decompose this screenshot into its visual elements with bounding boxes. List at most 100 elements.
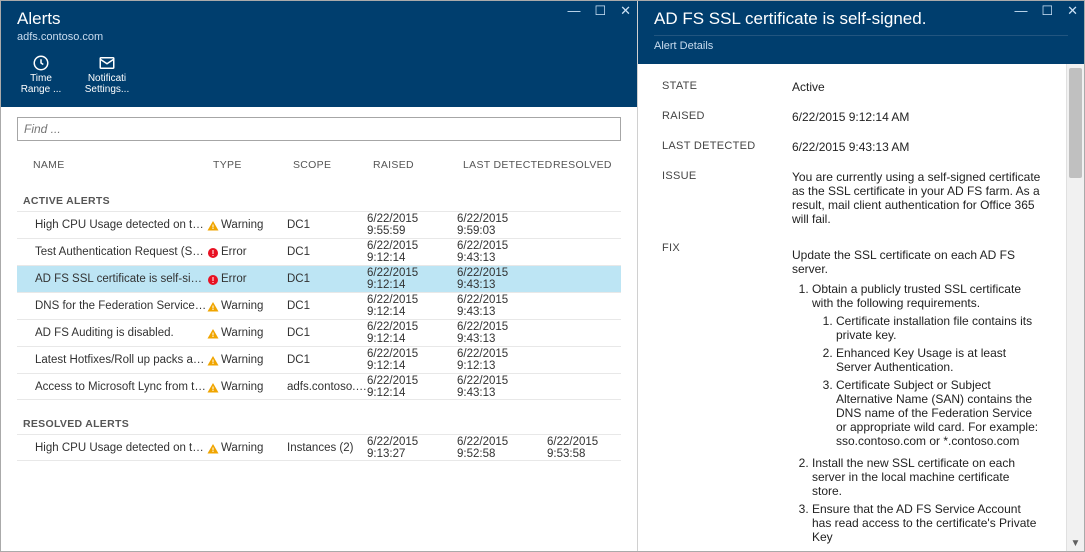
scrollbar[interactable]: ▲ ▼ [1066,64,1084,551]
cell-last: 6/22/2015 9:59:03 [457,213,547,237]
cell-name: Latest Hotfixes/Roll up packs are not in… [17,354,207,366]
section-resolved: RESOLVED ALERTS [17,400,621,434]
type-text: Error [221,273,247,285]
type-text: Error [221,246,247,258]
type-text: Warning [221,354,263,366]
search-input[interactable] [17,117,621,141]
cell-name: AD FS SSL certificate is self-signed. [17,273,207,285]
cell-last: 6/22/2015 9:43:13 [457,321,547,345]
cell-scope: DC1 [287,219,367,231]
toolbar-label: Time Range ... [17,73,65,95]
cell-type: Warning [207,327,287,339]
details-header: — ☐ ✕ AD FS SSL certificate is self-sign… [638,1,1084,64]
kv-state-label: STATE [662,80,792,92]
cell-raised: 6/22/2015 9:12:14 [367,375,457,399]
toolbar-label: Notificati Settings... [83,73,131,95]
cell-name: AD FS Auditing is disabled. [17,327,207,339]
kv-last-value: 6/22/2015 9:43:13 AM [792,140,1042,154]
cell-raised: 6/22/2015 9:55:59 [367,213,457,237]
col-resolved[interactable]: RESOLVED [553,159,615,171]
details-subtitle: Alert Details [654,35,1068,52]
kv-fix-label: FIX [662,242,792,254]
mail-icon [97,53,117,73]
table-row[interactable]: High CPU Usage detected on the Feder...W… [17,434,621,461]
fix-steps: Obtain a publicly trusted SSL certificat… [792,282,1042,544]
warning-icon [207,220,217,230]
section-active: ACTIVE ALERTS [17,177,621,211]
cell-raised: 6/22/2015 9:12:14 [367,348,457,372]
kv-issue-value: You are currently using a self-signed ce… [792,170,1042,226]
table-row[interactable]: Access to Microsoft Lync from the extra…… [17,373,621,400]
close-icon[interactable]: ✕ [1067,3,1078,19]
fix-step: Install the new SSL certificate on each … [812,456,1042,498]
col-type[interactable]: TYPE [213,159,293,171]
time-range-button[interactable]: Time Range ... [17,53,65,95]
kv-raised: RAISED 6/22/2015 9:12:14 AM [662,110,1042,124]
col-last[interactable]: LAST DETECTED [463,159,553,171]
col-scope[interactable]: SCOPE [293,159,373,171]
kv-fix-value: Update the SSL certificate on each AD FS… [792,242,1042,551]
warning-icon [207,443,217,453]
scroll-down-icon[interactable]: ▼ [1067,535,1084,551]
cell-name: DNS for the Federation Service may be… [17,300,207,312]
cell-type: Warning [207,442,287,454]
scroll-thumb[interactable] [1069,68,1082,178]
window-controls-left: — ☐ ✕ [567,3,631,19]
notification-settings-button[interactable]: Notificati Settings... [83,53,131,95]
table-header: NAME TYPE SCOPE RAISED LAST DETECTED RES… [17,141,621,177]
clock-icon [31,53,51,73]
table-row[interactable]: High CPU Usage detected on the Feder...W… [17,211,621,238]
table-row[interactable]: AD FS Auditing is disabled.WarningDC16/2… [17,319,621,346]
cell-last: 6/22/2015 9:52:58 [457,436,547,460]
cell-scope: DC1 [287,327,367,339]
warning-icon [207,301,217,311]
alerts-header: — ☐ ✕ Alerts adfs.contoso.com Time Range… [1,1,637,107]
fix-step: Ensure that the AD FS Service Account ha… [812,502,1042,544]
blade-title: Alerts [17,9,621,29]
fix-substep: Certificate installation file contains i… [836,314,1042,342]
cell-type: Warning [207,354,287,366]
type-text: Warning [221,327,263,339]
kv-state: STATE Active [662,80,1042,94]
col-name[interactable]: NAME [23,159,213,171]
cell-raised: 6/22/2015 9:12:14 [367,321,457,345]
table-row[interactable]: DNS for the Federation Service may be…Wa… [17,292,621,319]
minimize-icon[interactable]: — [567,3,580,19]
cell-raised: 6/22/2015 9:13:27 [367,436,457,460]
kv-state-value: Active [792,80,1042,94]
table-row[interactable]: AD FS SSL certificate is self-signed. Err… [17,265,621,292]
cell-scope: DC1 [287,273,367,285]
error-icon [207,274,217,284]
kv-last: LAST DETECTED 6/22/2015 9:43:13 AM [662,140,1042,154]
cell-last: 6/22/2015 9:43:13 [457,267,547,291]
type-text: Warning [221,442,263,454]
fix-substep: Enhanced Key Usage is at least Server Au… [836,346,1042,374]
table-row[interactable]: Test Authentication Request (Synthetic…E… [17,238,621,265]
cell-scope: adfs.contoso.com [287,381,367,393]
cell-scope: DC1 [287,354,367,366]
details-title: AD FS SSL certificate is self-signed. [654,9,1068,29]
cell-last: 6/22/2015 9:12:13 [457,348,547,372]
kv-raised-value: 6/22/2015 9:12:14 AM [792,110,1042,124]
cell-resolved: 6/22/2015 9:53:58 [547,436,621,460]
cell-raised: 6/22/2015 9:12:14 [367,267,457,291]
blade-subtitle: adfs.contoso.com [17,31,621,43]
col-raised[interactable]: RAISED [373,159,463,171]
resolved-alerts-list: High CPU Usage detected on the Feder...W… [17,434,621,461]
minimize-icon[interactable]: — [1014,3,1027,19]
cell-raised: 6/22/2015 9:12:14 [367,240,457,264]
cell-type: Warning [207,300,287,312]
fix-substep: Certificate Subject or Subject Alternati… [836,378,1042,448]
table-row[interactable]: Latest Hotfixes/Roll up packs are not in… [17,346,621,373]
close-icon[interactable]: ✕ [620,3,631,19]
cell-scope: DC1 [287,246,367,258]
kv-fix: FIX Update the SSL certificate on each A… [662,242,1042,551]
maximize-icon[interactable]: ☐ [594,3,606,19]
details-pane: — ☐ ✕ AD FS SSL certificate is self-sign… [638,1,1084,551]
app-root: — ☐ ✕ Alerts adfs.contoso.com Time Range… [0,0,1085,552]
maximize-icon[interactable]: ☐ [1041,3,1053,19]
details-body: ▲ ▼ STATE Active RAISED 6/22/2015 9:12:1… [638,64,1084,551]
cell-scope: DC1 [287,300,367,312]
kv-raised-label: RAISED [662,110,792,122]
warning-icon [207,382,217,392]
